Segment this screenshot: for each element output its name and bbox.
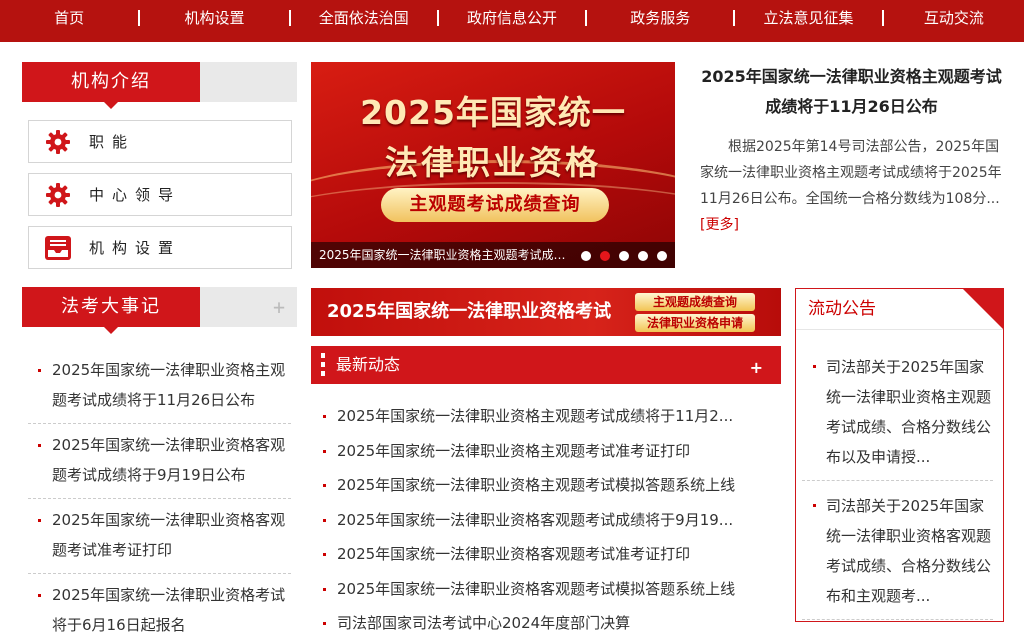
- news-more-icon[interactable]: +: [750, 360, 763, 376]
- headline-title[interactable]: 2025年国家统一法律职业资格主观题考试成绩将于11月26日公布: [700, 62, 1003, 122]
- banner-pill: 主观题考试成绩查询: [381, 188, 609, 222]
- news-section: 最新动态 + 2025年国家统一法律职业资格主观题考试成绩将于11月2... 20…: [311, 346, 781, 641]
- carousel-dots: [581, 251, 667, 261]
- org-list: 职能中心领导机构设置: [22, 120, 297, 269]
- news-item[interactable]: 2025年国家统一法律职业资格主观题考试成绩将于11月2...: [311, 403, 781, 438]
- news-item[interactable]: 司法部国家司法考试中心2024年度部门决算: [311, 610, 781, 641]
- news-list: 2025年国家统一法律职业资格主观题考试成绩将于11月2... 2025年国家统一…: [311, 384, 781, 641]
- nav-item[interactable]: 政务服务: [587, 0, 733, 42]
- banner-line2: 法律职业资格: [385, 143, 601, 182]
- event-item[interactable]: 2025年国家统一法律职业资格客观题考试成绩将于9月19日公布: [28, 424, 291, 499]
- news-item[interactable]: 2025年国家统一法律职业资格主观题考试准考证打印: [311, 438, 781, 473]
- org-section-title: 机构介绍: [22, 62, 200, 109]
- gear-icon: [43, 127, 73, 157]
- nav-item[interactable]: 政府信息公开: [439, 0, 585, 42]
- org-section-header: 机构介绍: [22, 62, 297, 109]
- carousel-dot[interactable]: [581, 251, 591, 261]
- notice-section: 流动公告 + 司法部关于2025年国家统一法律职业资格主观题考试成绩、合格分数线…: [795, 288, 1004, 622]
- news-header-bar-icon: [321, 353, 325, 377]
- carousel-dot[interactable]: [619, 251, 629, 261]
- top-nav: 首页 机构设置 全面依法治国 政府信息公开 政务服务 立法意见征集 互动交流: [0, 0, 1024, 42]
- org-item[interactable]: 中心领导: [28, 173, 292, 216]
- score-query-button[interactable]: 主观题成绩查询: [635, 293, 755, 311]
- nav-item[interactable]: 立法意见征集: [735, 0, 881, 42]
- org-item[interactable]: 机构设置: [28, 226, 292, 269]
- org-item[interactable]: 职能: [28, 120, 292, 163]
- nav-item[interactable]: 互动交流: [884, 0, 1024, 42]
- event-item[interactable]: 2025年国家统一法律职业资格客观题考试准考证打印: [28, 499, 291, 574]
- news-item[interactable]: 2025年国家统一法律职业资格客观题考试成绩将于9月19...: [311, 507, 781, 542]
- org-item-label: 机构设置: [89, 239, 182, 257]
- left-column: 机构介绍 职能中心领导机构设置 法考大事记 + 2025年国家统一法律职业资格主…: [22, 62, 297, 641]
- event-item[interactable]: 2025年国家统一法律职业资格主观题考试成绩将于11月26日公布: [28, 349, 291, 424]
- tray-icon: [43, 233, 73, 263]
- gear-icon: [43, 180, 73, 210]
- event-item[interactable]: 2025年国家统一法律职业资格考试将于6月16日起报名: [28, 574, 291, 641]
- headline-summary: 根据2025年第14号司法部公告，2025年国家统一法律职业资格主观题考试成绩将…: [700, 134, 1003, 238]
- events-more-icon[interactable]: +: [273, 295, 285, 319]
- carousel-dot[interactable]: [657, 251, 667, 261]
- events-list: 2025年国家统一法律职业资格主观题考试成绩将于11月26日公布 2025年国家统…: [22, 327, 297, 641]
- org-item-label: 中心领导: [89, 186, 182, 204]
- events-section-title: 法考大事记: [22, 287, 200, 334]
- news-section-title: 最新动态: [336, 355, 401, 374]
- exam-banner-title: 2025年国家统一法律职业资格考试: [327, 301, 612, 322]
- events-section-header: 法考大事记 +: [22, 287, 297, 334]
- carousel-dot[interactable]: [600, 251, 610, 261]
- news-item[interactable]: 2025年国家统一法律职业资格客观题考试准考证打印: [311, 541, 781, 576]
- notice-section-title: 流动公告: [808, 299, 876, 319]
- more-link[interactable]: [更多]: [700, 217, 739, 233]
- notice-item[interactable]: 司法部关于2025年国家统一法律职业资格主观题考试成绩、合格分数线公布以及申请授…: [802, 352, 993, 481]
- notice-item[interactable]: 司法部关于2025年国家统一法律职业资格客观题考试成绩、合格分数线公布和主观题考…: [802, 491, 993, 620]
- news-item[interactable]: 2025年国家统一法律职业资格主观题考试模拟答题系统上线: [311, 472, 781, 507]
- qualification-apply-button[interactable]: 法律职业资格申请: [635, 314, 755, 332]
- news-item[interactable]: 2025年国家统一法律职业资格客观题考试模拟答题系统上线: [311, 576, 781, 611]
- notice-list: 司法部关于2025年国家统一法律职业资格主观题考试成绩、合格分数线公布以及申请授…: [796, 330, 1003, 620]
- carousel-dot[interactable]: [638, 251, 648, 261]
- notice-section-header: 流动公告 +: [796, 288, 1004, 330]
- headline-summary-text: 根据2025年第14号司法部公告，2025年国家统一法律职业资格主观题考试成绩将…: [700, 139, 1002, 207]
- news-section-header: 最新动态 +: [311, 346, 781, 384]
- headline-article: 2025年国家统一法律职业资格主观题考试成绩将于11月26日公布 根据2025年…: [700, 62, 1003, 238]
- exam-banner[interactable]: 2025年国家统一法律职业资格考试 主观题成绩查询 法律职业资格申请: [311, 288, 781, 336]
- banner-caption-text[interactable]: 2025年国家统一法律职业资格主观题考试成绩将于11月26日公布: [319, 242, 574, 268]
- nav-item[interactable]: 全面依法治国: [291, 0, 437, 42]
- org-item-label: 职能: [89, 133, 136, 151]
- notice-corner-decoration: [962, 288, 1004, 330]
- nav-item[interactable]: 首页: [0, 0, 138, 42]
- nav-item[interactable]: 机构设置: [140, 0, 288, 42]
- notice-more-icon[interactable]: +: [970, 310, 983, 326]
- banner-line1: 2025年国家统一: [360, 93, 626, 132]
- events-section: 法考大事记 + 2025年国家统一法律职业资格主观题考试成绩将于11月26日公布…: [22, 287, 297, 641]
- banner-carousel[interactable]: 2025年国家统一 法律职业资格 主观题考试成绩查询 2025年国家统一法律职业…: [311, 62, 675, 268]
